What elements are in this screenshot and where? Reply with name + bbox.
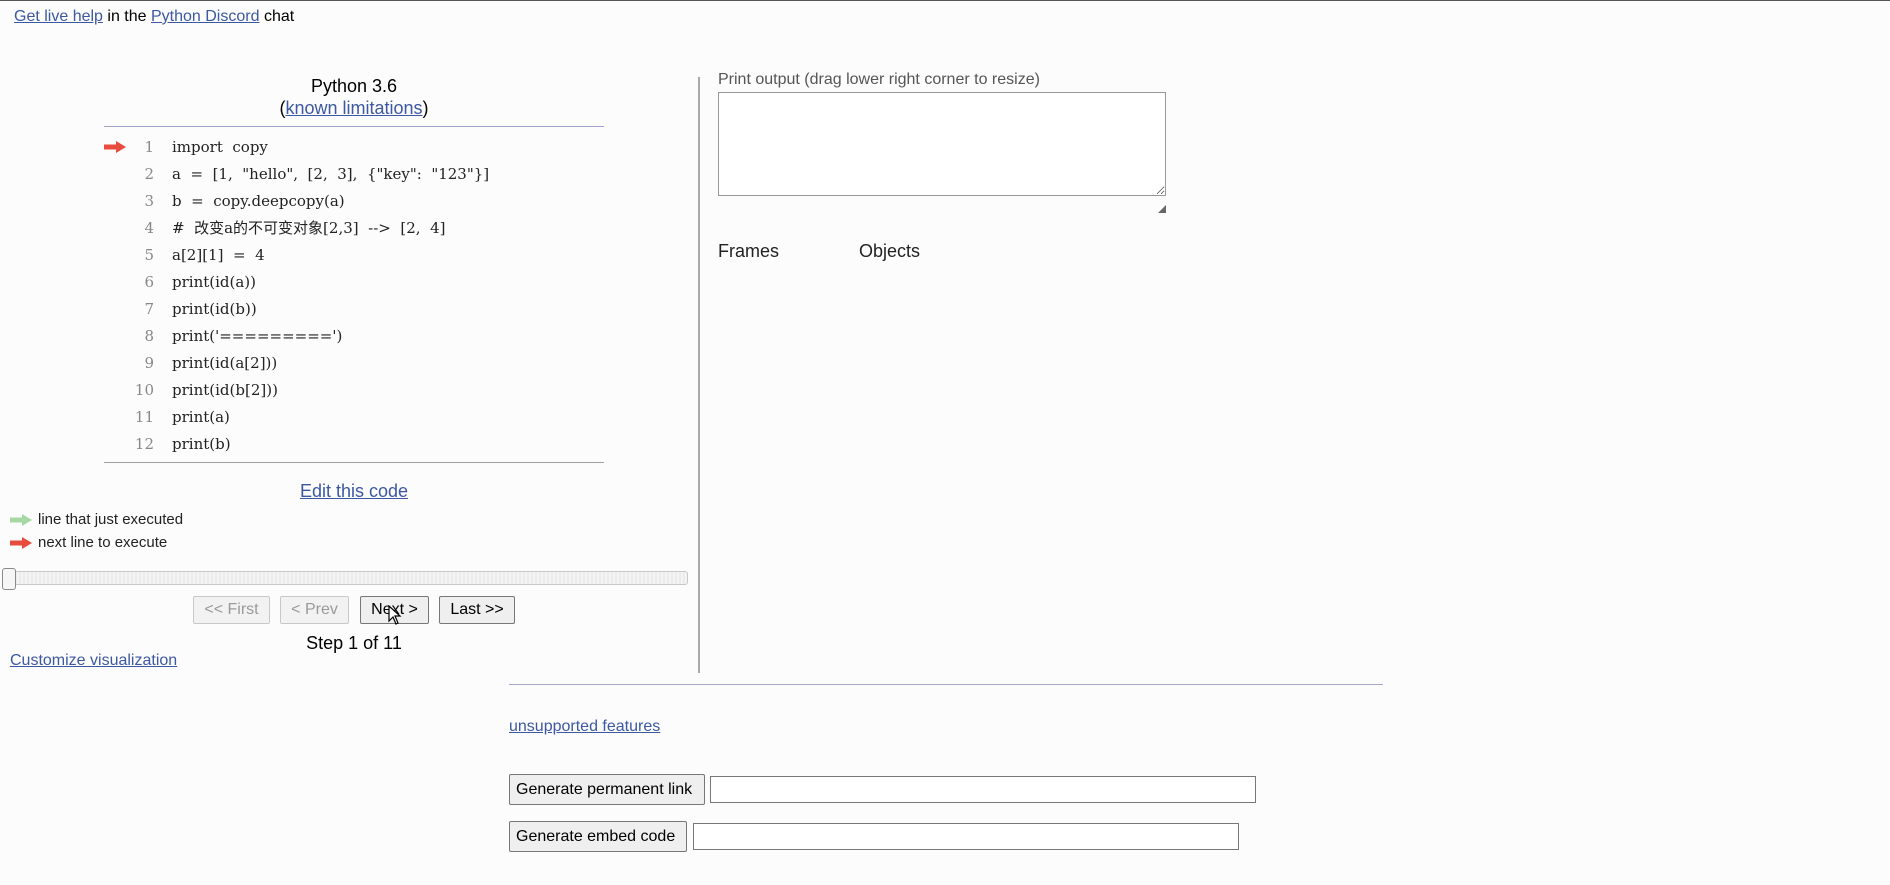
line-number: 1 [144,137,154,156]
customize-visualization-link[interactable]: Customize visualization [10,652,177,669]
code-line: 3 b = copy.deepcopy(a) [104,187,345,214]
print-output-label: Print output (drag lower right corner to… [718,71,1040,88]
code-text: b = copy.deepcopy(a) [172,191,345,210]
first-button[interactable]: << First [193,596,270,624]
code-line: 8 print('=========') [104,322,342,349]
paren-close: ) [422,98,429,118]
edit-code-container: Edit this code [104,481,604,502]
line-number: 12 [134,434,154,453]
mouse-pointer-icon [388,604,402,630]
known-limitations-link[interactable]: known limitations [285,98,422,118]
code-line: 11 print(a) [104,403,230,430]
line-number: 7 [144,299,154,318]
next-line-arrow-icon [104,140,130,153]
legend-next-text: next line to execute [38,534,168,551]
generate-embed-code-button[interactable]: Generate embed code [509,821,687,852]
line-number: 6 [144,272,154,291]
code-panel: Python 3.6 (known limitations) 1 import … [0,1,700,885]
code-line: 4 # 改变a的不可变对象[2,3] --> [2, 4] [104,214,445,241]
next-arrow-icon [10,536,32,549]
code-line: 7 print(id(b)) [104,295,257,322]
step-counter: Step 1 of 11 [306,633,402,653]
line-number: 9 [144,353,154,372]
last-button[interactable]: Last >> [439,596,515,624]
code-text: # 改变a的不可变对象[2,3] --> [2, 4] [172,219,446,237]
code-text: print(id(a[2])) [172,353,278,372]
line-number: 2 [144,164,154,183]
resize-grip-icon[interactable] [1158,200,1166,218]
step-slider-handle[interactable] [2,568,16,590]
limitations-line: (known limitations) [104,97,604,119]
footer-divider [509,684,1383,685]
generate-permanent-link-button[interactable]: Generate permanent link [509,774,705,805]
code-text: import copy [172,137,268,156]
panel-divider [698,77,700,673]
legend-executed: line that just executed [10,511,183,528]
code-text: a[2][1] = 4 [172,245,265,264]
line-number: 5 [144,245,154,264]
line-number: 11 [134,407,154,426]
embed-code-field[interactable] [693,823,1239,850]
code-line: 6 print(id(a)) [104,268,256,295]
code-text: print(id(b)) [172,299,257,318]
code-line: 5 a[2][1] = 4 [104,241,265,268]
legend-executed-text: line that just executed [38,511,184,528]
line-number: 4 [144,218,154,237]
code-text: print(b) [172,434,231,453]
objects-heading: Objects [859,241,921,261]
print-output-box[interactable] [718,92,1166,196]
line-number: 10 [134,380,154,399]
step-slider-track[interactable] [8,571,688,585]
frames-heading: Frames [718,241,780,261]
code-text: print('=========') [172,326,343,345]
edit-code-link[interactable]: Edit this code [300,481,408,501]
code-line: 12 print(b) [104,430,231,457]
code-listing: 1 import copy 2 a = [1, "hello", [2, 3],… [104,126,604,463]
code-text: print(id(b[2])) [172,380,278,399]
code-text: print(id(a)) [172,272,257,291]
code-line: 2 a = [1, "hello", [2, 3], {"key": "123"… [104,160,489,187]
python-version: Python 3.6 [310,76,398,96]
code-text: print(a) [172,407,230,426]
executed-arrow-icon [10,513,32,526]
line-number: 8 [144,326,154,345]
unsupported-container: unsupported features [509,718,660,736]
python-version-header: Python 3.6 (known limitations) [104,75,604,119]
customize-container: Customize visualization [10,652,177,670]
prev-button[interactable]: < Prev [280,596,349,624]
line-number: 3 [144,191,154,210]
unsupported-features-link[interactable]: unsupported features [509,718,660,735]
permanent-link-field[interactable] [710,776,1256,803]
code-text: a = [1, "hello", [2, 3], {"key": "123"}] [172,164,490,183]
code-line: 10 print(id(b[2])) [104,376,278,403]
legend-next: next line to execute [10,534,167,551]
code-line: 1 import copy [104,133,268,160]
code-line: 9 print(id(a[2])) [104,349,277,376]
